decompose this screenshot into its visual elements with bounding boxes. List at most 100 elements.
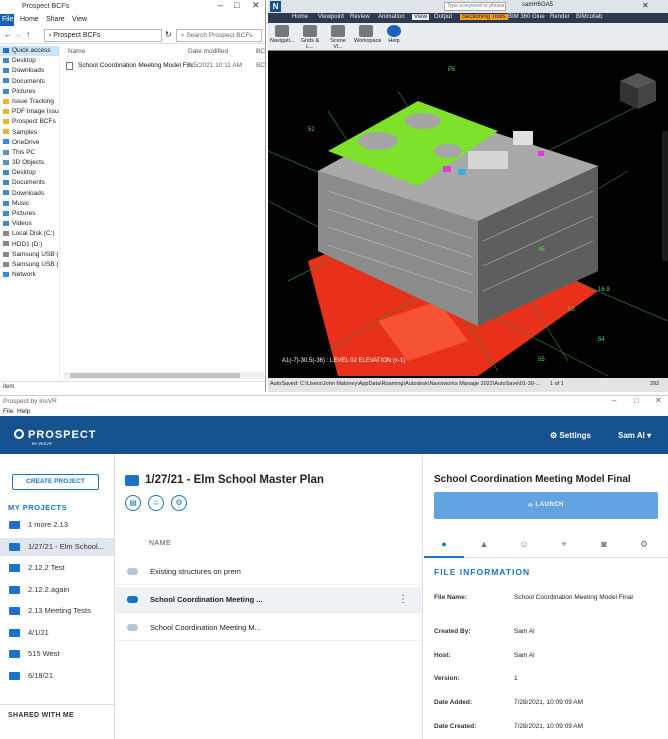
project-members-icon[interactable]: ☺ [148, 495, 164, 511]
ribbon-tool-button[interactable]: Help [382, 25, 406, 49]
ribbon-tab[interactable]: Home [292, 14, 308, 20]
nav-item[interactable]: Videos [0, 219, 59, 229]
ribbon-tool-button[interactable]: Scene Vi... [326, 25, 350, 50]
menu-help[interactable]: Help [17, 408, 30, 415]
nav-item[interactable]: Local Disk (C:) [0, 229, 59, 239]
horizontal-scrollbar[interactable] [64, 372, 264, 379]
ribbon-tab[interactable]: Output [434, 14, 452, 20]
settings-button[interactable]: ⚙ Settings [550, 431, 591, 440]
project-settings-icon[interactable]: ⚙ [171, 495, 187, 511]
nav-item[interactable]: HDD1 (D:) [0, 240, 59, 250]
maximize-icon[interactable]: □ [234, 0, 239, 10]
nav-item[interactable]: Pictures [0, 87, 59, 97]
nav-item[interactable]: Prospect BCFs [0, 117, 59, 127]
forward-arrow-icon[interactable]: → [14, 30, 22, 39]
tab-settings-icon[interactable]: ⚙ [624, 530, 664, 558]
navigation-bar[interactable] [662, 131, 668, 261]
address-field[interactable]: › Prospect BCFs [44, 29, 162, 42]
nav-item[interactable]: 3D Objects [0, 158, 59, 168]
people-icon [127, 568, 138, 575]
close-icon[interactable]: ✕ [252, 0, 260, 11]
name-column-header[interactable]: NAME [149, 540, 171, 547]
nav-item[interactable]: Pictures [0, 209, 59, 219]
user-menu[interactable]: Sam Al ▾ [618, 431, 651, 440]
nav-item[interactable]: Desktop [0, 56, 59, 66]
shared-with-me-heading[interactable]: SHARED WITH ME [8, 712, 74, 719]
more-options-icon[interactable]: ⋮ [398, 594, 408, 605]
date-added-label: Date Added: [434, 699, 473, 706]
ribbon-tool-button[interactable]: Workspace [354, 25, 381, 49]
file-row[interactable]: School Coordination Meeting ... [116, 587, 422, 613]
create-project-button[interactable]: CREATE PROJECT [12, 474, 99, 490]
tab-info-icon[interactable]: ● [424, 530, 464, 558]
nav-item[interactable]: This PC [0, 148, 59, 158]
tab-issues-icon[interactable]: ▲ [464, 530, 504, 558]
explorer-search-input[interactable]: ⌕ Search Prospect BCFs [176, 29, 262, 42]
project-item[interactable]: 6/18/21 [0, 667, 114, 685]
navis-user[interactable]: samH6GA5 [522, 2, 553, 8]
ribbon-tab[interactable]: Animation [378, 14, 405, 20]
nav-item[interactable]: Downloads [0, 66, 59, 76]
maximize-icon[interactable]: □ [634, 396, 639, 405]
nav-item[interactable]: Samsung USB (G:) [0, 250, 59, 260]
minimize-icon[interactable]: – [612, 396, 616, 405]
nav-item[interactable]: Music [0, 199, 59, 209]
back-arrow-icon[interactable]: ← [4, 30, 12, 39]
view-cube-icon[interactable] [620, 73, 656, 109]
column-date-modified[interactable]: Date modified [188, 48, 228, 55]
project-info-icon[interactable]: ▤ [125, 495, 141, 511]
nav-item[interactable]: Desktop [0, 168, 59, 178]
file-row[interactable]: Existing structures on prem [116, 559, 422, 585]
tab-home[interactable]: Home [20, 16, 39, 23]
refresh-icon[interactable]: ↻ [165, 30, 172, 39]
menu-file[interactable]: File [3, 408, 13, 415]
nav-item[interactable]: OneDrive [0, 138, 59, 148]
project-item[interactable]: 1 more 2.13 [0, 516, 114, 534]
tab-collaborators-icon[interactable]: ☺ [504, 530, 544, 558]
nav-item[interactable]: PDF Image Issue [0, 107, 59, 117]
nav-item[interactable]: Documents [0, 178, 59, 188]
tab-share[interactable]: Share [46, 16, 65, 23]
project-item[interactable]: 2.12.2.again [0, 581, 114, 599]
project-item[interactable]: 2.12.2 Test [0, 559, 114, 577]
close-icon[interactable]: ✕ [642, 1, 649, 10]
ribbon-tab[interactable]: View [412, 14, 429, 20]
tab-file[interactable]: File [0, 14, 14, 26]
ribbon-tab[interactable]: Viewpoint [318, 14, 344, 20]
column-name[interactable]: Name [68, 48, 85, 55]
tab-view[interactable]: View [72, 16, 87, 23]
model-viewport[interactable]: 52 46 16.9 53 54 55 47 P5 [268, 51, 668, 378]
ribbon-tab[interactable]: Render [550, 14, 570, 20]
project-label: 515 West [28, 649, 60, 658]
minimize-icon[interactable]: – [218, 0, 223, 10]
file-row[interactable]: School Coordination Meeting M... [116, 615, 422, 641]
nav-item[interactable]: Issue Tracking [0, 97, 59, 107]
project-item[interactable]: 2.13 Meeting Tests [0, 602, 114, 620]
nav-item[interactable]: Network [0, 270, 59, 280]
ribbon-tool-button[interactable]: Navigati... [270, 25, 294, 49]
ribbon-tab[interactable]: Sectioning Tools [460, 14, 508, 20]
nav-item[interactable]: Downloads [0, 189, 59, 199]
project-item[interactable]: 1/27/21 - Elm School... [0, 537, 114, 556]
nav-item[interactable]: Quick access [0, 46, 59, 57]
project-item[interactable]: 515 West [0, 645, 114, 663]
keyword-search-input[interactable]: Type a keyword or phrase [444, 2, 506, 11]
tab-camera-icon[interactable]: ◙ [584, 530, 624, 558]
folder-icon [9, 628, 20, 637]
column-type[interactable]: BCF [256, 48, 265, 55]
nav-item[interactable]: Samsung USB (G:) [0, 260, 59, 270]
up-arrow-icon[interactable]: ↑ [26, 30, 30, 39]
ribbon-tab[interactable]: Review [350, 14, 370, 20]
ribbon-tab[interactable]: BIMcollab [576, 14, 602, 20]
file-row[interactable]: School Coordination Meeting Model Fin...… [62, 60, 265, 72]
tool-icon [303, 25, 317, 37]
close-icon[interactable]: ✕ [655, 396, 662, 405]
nav-item[interactable]: Samples [0, 128, 59, 138]
project-title: 1/27/21 - Elm School Master Plan [145, 474, 324, 486]
tab-location-icon[interactable]: ⌖ [544, 530, 584, 558]
project-item[interactable]: 4/1/21 [0, 624, 114, 642]
ribbon-tab[interactable]: BIM 360 Glue [508, 14, 545, 20]
launch-button[interactable]: ⌓ LAUNCH [434, 492, 658, 519]
nav-item[interactable]: Documents [0, 77, 59, 87]
ribbon-tool-button[interactable]: Grids & L... [298, 25, 322, 50]
